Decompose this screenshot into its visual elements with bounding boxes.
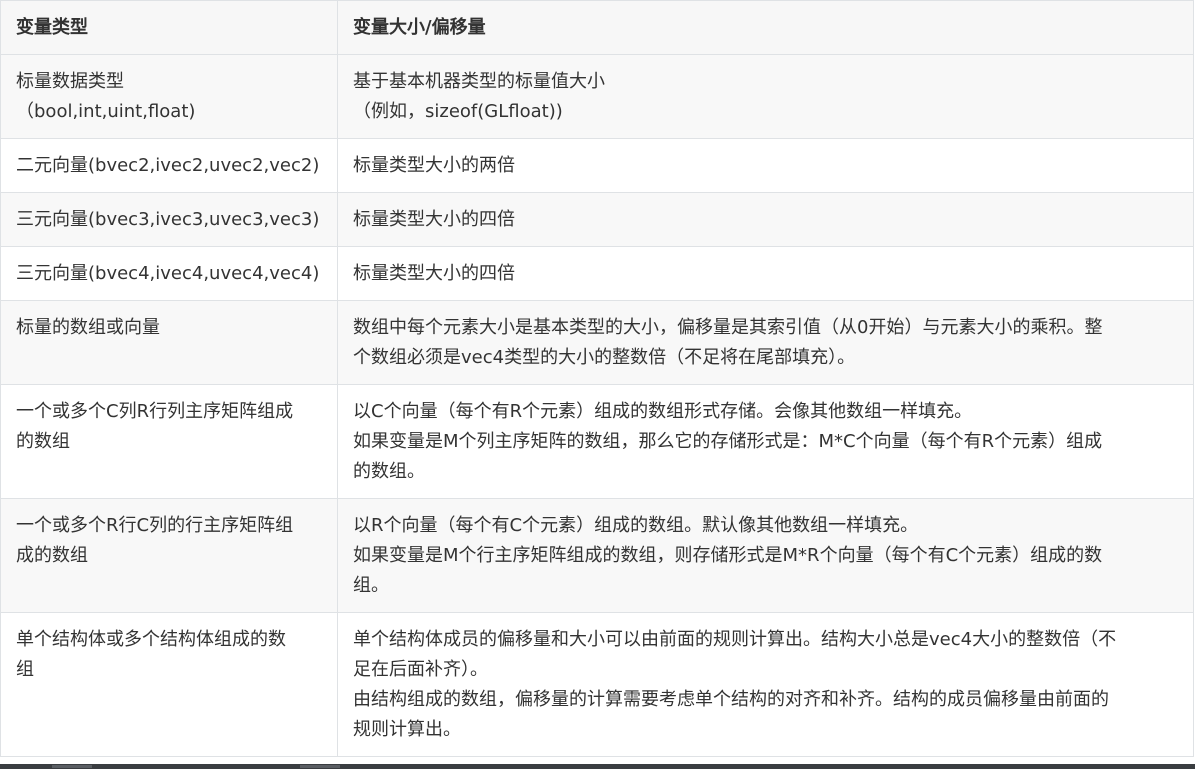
cell-variable-type: 标量的数组或向量	[0, 300, 338, 385]
cell-text-line: 数组中每个元素大小是基本类型的大小，偏移量是其索引值（从0开始）与元素大小的乘积…	[353, 317, 1103, 338]
cell-variable-size: 以C个向量（每个有R个元素）组成的数组形式存储。会像其他数组一样填充。如果变量是…	[337, 384, 1194, 499]
table-header-row: 变量类型 变量大小/偏移量	[0, 0, 1194, 55]
cell-text-line: 标量类型大小的四倍	[353, 209, 515, 230]
cell-variable-type: 一个或多个R行C列的行主序矩阵组 成的数组	[0, 498, 338, 613]
cell-text-line: 组。	[353, 575, 389, 596]
table-row: 标量数据类型 （bool,int,uint,float) 基于基本机器类型的标量值大…	[0, 54, 1194, 139]
cell-text-line: 标量类型大小的四倍	[353, 263, 515, 284]
cell-variable-type: 单个结构体或多个结构体组成的数组	[0, 612, 338, 757]
cell-variable-size: 数组中每个元素大小是基本类型的大小，偏移量是其索引值（从0开始）与元素大小的乘积…	[337, 300, 1194, 385]
cell-text-line: 二元向量(bvec2,ivec2,uvec2,vec2)	[16, 155, 320, 176]
table-body: 标量数据类型 （bool,int,uint,float) 基于基本机器类型的标量值大…	[0, 54, 1194, 757]
cell-text-line: 三元向量(bvec3,ivec3,uvec3,vec3)	[16, 209, 320, 230]
cell-text-line: 个数组必须是vec4类型的大小的整数倍（不足将在尾部填充）。	[353, 347, 856, 368]
cell-text-line: 标量类型大小的两倍	[353, 155, 515, 176]
table-row: 单个结构体或多个结构体组成的数组单个结构体成员的偏移量和大小可以由前面的规则计算…	[0, 612, 1194, 757]
cell-variable-type: 一个或多个C列R行列主序矩阵组成 的数组	[0, 384, 338, 499]
cell-text-line: 基于基本机器类型的标量值大小	[353, 71, 605, 92]
header-variable-size: 变量大小/偏移量	[337, 0, 1194, 55]
cell-variable-size: 以R个向量（每个有C个元素）组成的数组。默认像其他数组一样填充。如果变量是M个行…	[337, 498, 1194, 613]
cell-text-line: 的数组	[16, 431, 70, 452]
cell-variable-size: 标量类型大小的两倍	[337, 138, 1194, 193]
cell-variable-size: 基于基本机器类型的标量值大小 （例如，sizeof(GLfloat))	[337, 54, 1194, 139]
cell-text-line: 单个结构体或多个结构体组成的数	[16, 629, 286, 650]
cell-text-line: 一个或多个R行C列的行主序矩阵组	[16, 515, 294, 536]
cell-variable-size: 单个结构体成员的偏移量和大小可以由前面的规则计算出。结构大小总是vec4大小的整…	[337, 612, 1194, 757]
cell-text-line: 如果变量是M个列主序矩阵的数组，那么它的存储形式是：M*C个向量（每个有R个元素…	[353, 431, 1103, 452]
cell-text-line: 由结构组成的数组，偏移量的计算需要考虑单个结构的对齐和补齐。结构的成员偏移量由前…	[353, 689, 1109, 710]
header-variable-type: 变量类型	[0, 0, 338, 55]
cell-text-line: （bool,int,uint,float)	[16, 101, 196, 122]
cell-variable-type: 三元向量(bvec3,ivec3,uvec3,vec3)	[0, 192, 338, 247]
table-row: 三元向量(bvec3,ivec3,uvec3,vec3) 标量类型大小的四倍	[0, 192, 1194, 247]
cell-text-line: 足在后面补齐）。	[353, 659, 488, 680]
table-row: 标量的数组或向量 数组中每个元素大小是基本类型的大小，偏移量是其索引值（从0开始）…	[0, 300, 1194, 385]
cell-text-line: 标量数据类型	[16, 71, 124, 92]
table-row: 一个或多个R行C列的行主序矩阵组 成的数组 以R个向量（每个有C个元素）组成的数组。…	[0, 498, 1194, 613]
cell-text-line: 组	[16, 659, 34, 680]
cell-text-line: 单个结构体成员的偏移量和大小可以由前面的规则计算出。结构大小总是vec4大小的整…	[353, 629, 1117, 650]
cell-text-line: 一个或多个C列R行列主序矩阵组成	[16, 401, 294, 422]
cell-text-line: 以R个向量（每个有C个元素）组成的数组。默认像其他数组一样填充。	[353, 515, 919, 536]
cell-text-line: 的数组。	[353, 461, 425, 482]
cell-text-line: 规则计算出。	[353, 719, 461, 740]
cell-text-line: 以C个向量（每个有R个元素）组成的数组形式存储。会像其他数组一样填充。	[353, 401, 973, 422]
cell-text-line: 成的数组	[16, 545, 88, 566]
cell-variable-type: 标量数据类型 （bool,int,uint,float)	[0, 54, 338, 139]
data-table: 变量类型 变量大小/偏移量 标量数据类型 （bool,int,uint,float…	[0, 0, 1194, 757]
window-bottom-bar	[0, 764, 1195, 769]
cell-variable-size: 标量类型大小的四倍	[337, 246, 1194, 301]
cell-text-line: 标量的数组或向量	[16, 317, 160, 338]
cell-variable-size: 标量类型大小的四倍	[337, 192, 1194, 247]
cell-variable-type: 二元向量(bvec2,ivec2,uvec2,vec2)	[0, 138, 338, 193]
table-row: 一个或多个C列R行列主序矩阵组成 的数组 以C个向量（每个有R个元素）组成的数组形式…	[0, 384, 1194, 499]
cell-variable-type: 三元向量(bvec4,ivec4,uvec4,vec4)	[0, 246, 338, 301]
cell-text-line: （例如，sizeof(GLfloat))	[353, 101, 563, 122]
table-row: 三元向量(bvec4,ivec4,uvec4,vec4) 标量类型大小的四倍	[0, 246, 1194, 301]
cell-text-line: 三元向量(bvec4,ivec4,uvec4,vec4)	[16, 263, 320, 284]
table-row: 二元向量(bvec2,ivec2,uvec2,vec2) 标量类型大小的两倍	[0, 138, 1194, 193]
cell-text-line: 如果变量是M个行主序矩阵组成的数组，则存储形式是M*R个向量（每个有C个元素）组…	[353, 545, 1103, 566]
